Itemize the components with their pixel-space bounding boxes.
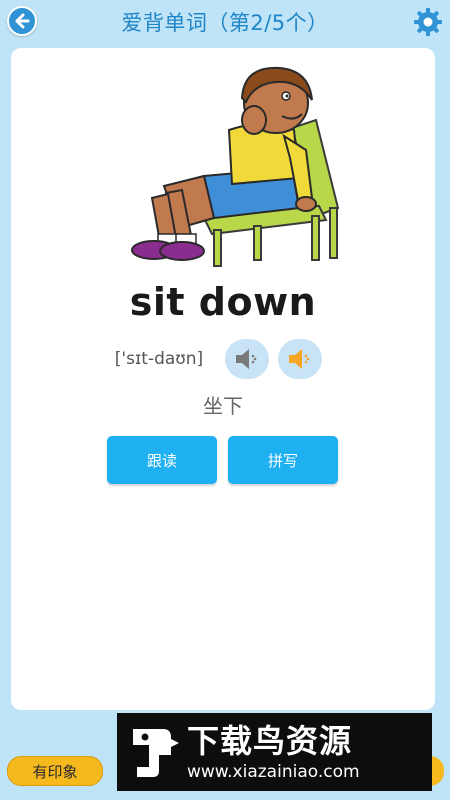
watermark-text: 下载鸟资源 www.xiazainiao.com <box>187 722 360 782</box>
watermark-url: www.xiazainiao.com <box>187 762 360 782</box>
phonetic-text: ['sɪt-daʊn] <box>114 349 204 369</box>
spell-button[interactable]: 拼写 <box>228 436 338 484</box>
watermark-title: 下载鸟资源 <box>187 722 353 760</box>
page-title: 爱背单词（第2/5个） <box>121 11 329 35</box>
speaker-normal-button[interactable] <box>278 339 323 379</box>
settings-button[interactable] <box>412 6 444 38</box>
header: 爱背单词（第2/5个） <box>0 0 450 44</box>
speaker-icon <box>289 349 310 369</box>
speaker-icon <box>236 349 257 369</box>
watermark-banner: 下载鸟资源 www.xiazainiao.com <box>117 713 432 791</box>
boy-sitting-illustration <box>131 66 340 267</box>
arrow-left-icon <box>15 13 30 29</box>
phonetic-row: ['sɪt-daʊn] <box>11 338 435 380</box>
word-card: sit down ['sɪt-daʊn] 坐下 跟读 拼写 <box>11 48 435 710</box>
follow-read-button[interactable]: 跟读 <box>107 436 217 484</box>
impression-button[interactable]: 有印象 <box>7 756 103 786</box>
bird-logo-icon <box>133 729 179 777</box>
word-text: sit down <box>129 280 317 324</box>
gear-icon <box>414 8 442 36</box>
back-button[interactable] <box>7 6 37 36</box>
speaker-slow-button[interactable] <box>225 339 270 379</box>
meaning-text: 坐下 <box>203 394 243 418</box>
